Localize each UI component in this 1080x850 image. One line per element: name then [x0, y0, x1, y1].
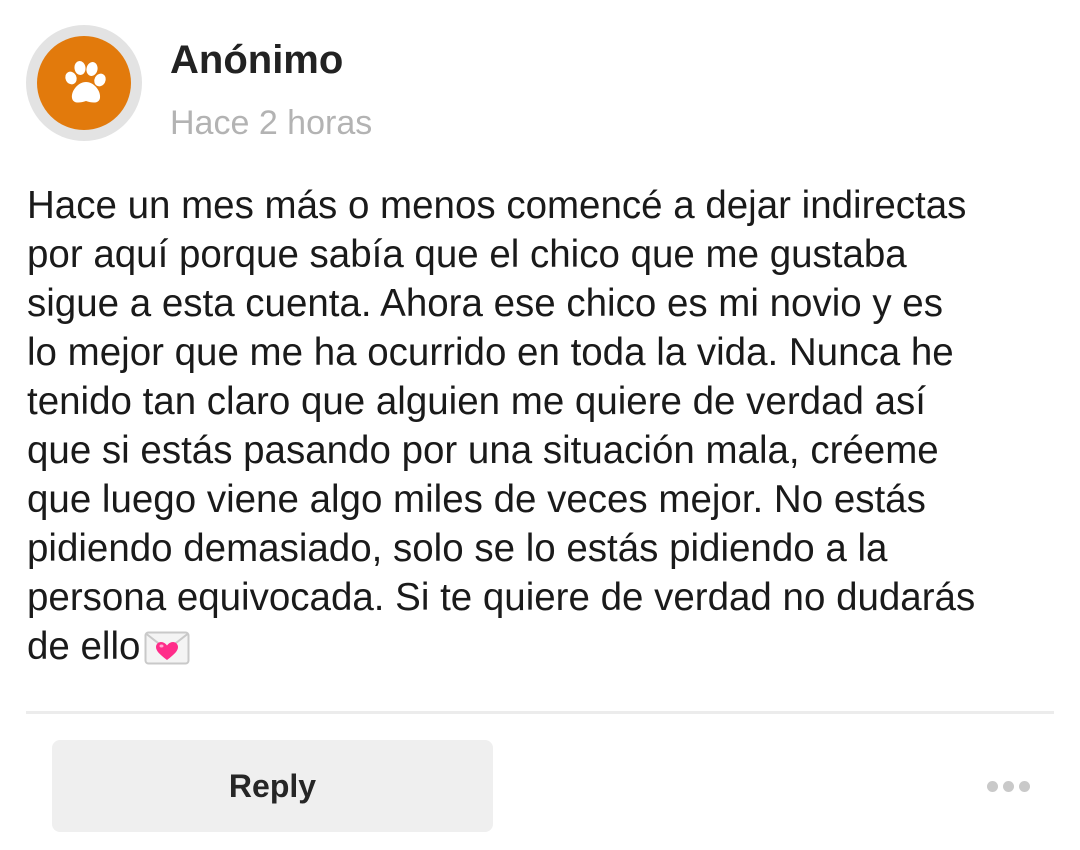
- post-message-text: Hace un mes más o menos comencé a dejar …: [27, 184, 976, 668]
- more-options-button[interactable]: [978, 770, 1038, 802]
- paw-icon: [65, 61, 106, 103]
- divider: [26, 711, 1054, 714]
- more-horizontal-icon: [986, 780, 1030, 792]
- reply-button-label: Reply: [228, 767, 317, 804]
- post-timestamp: Hace 2 horas: [170, 104, 373, 142]
- love-letter-icon: [144, 628, 190, 677]
- avatar-background: [37, 36, 131, 130]
- author-name[interactable]: Anónimo: [170, 38, 343, 83]
- avatar[interactable]: [26, 25, 142, 141]
- post-message: Hace un mes más o menos comencé a dejar …: [27, 181, 1057, 677]
- reply-button[interactable]: Reply: [52, 740, 493, 832]
